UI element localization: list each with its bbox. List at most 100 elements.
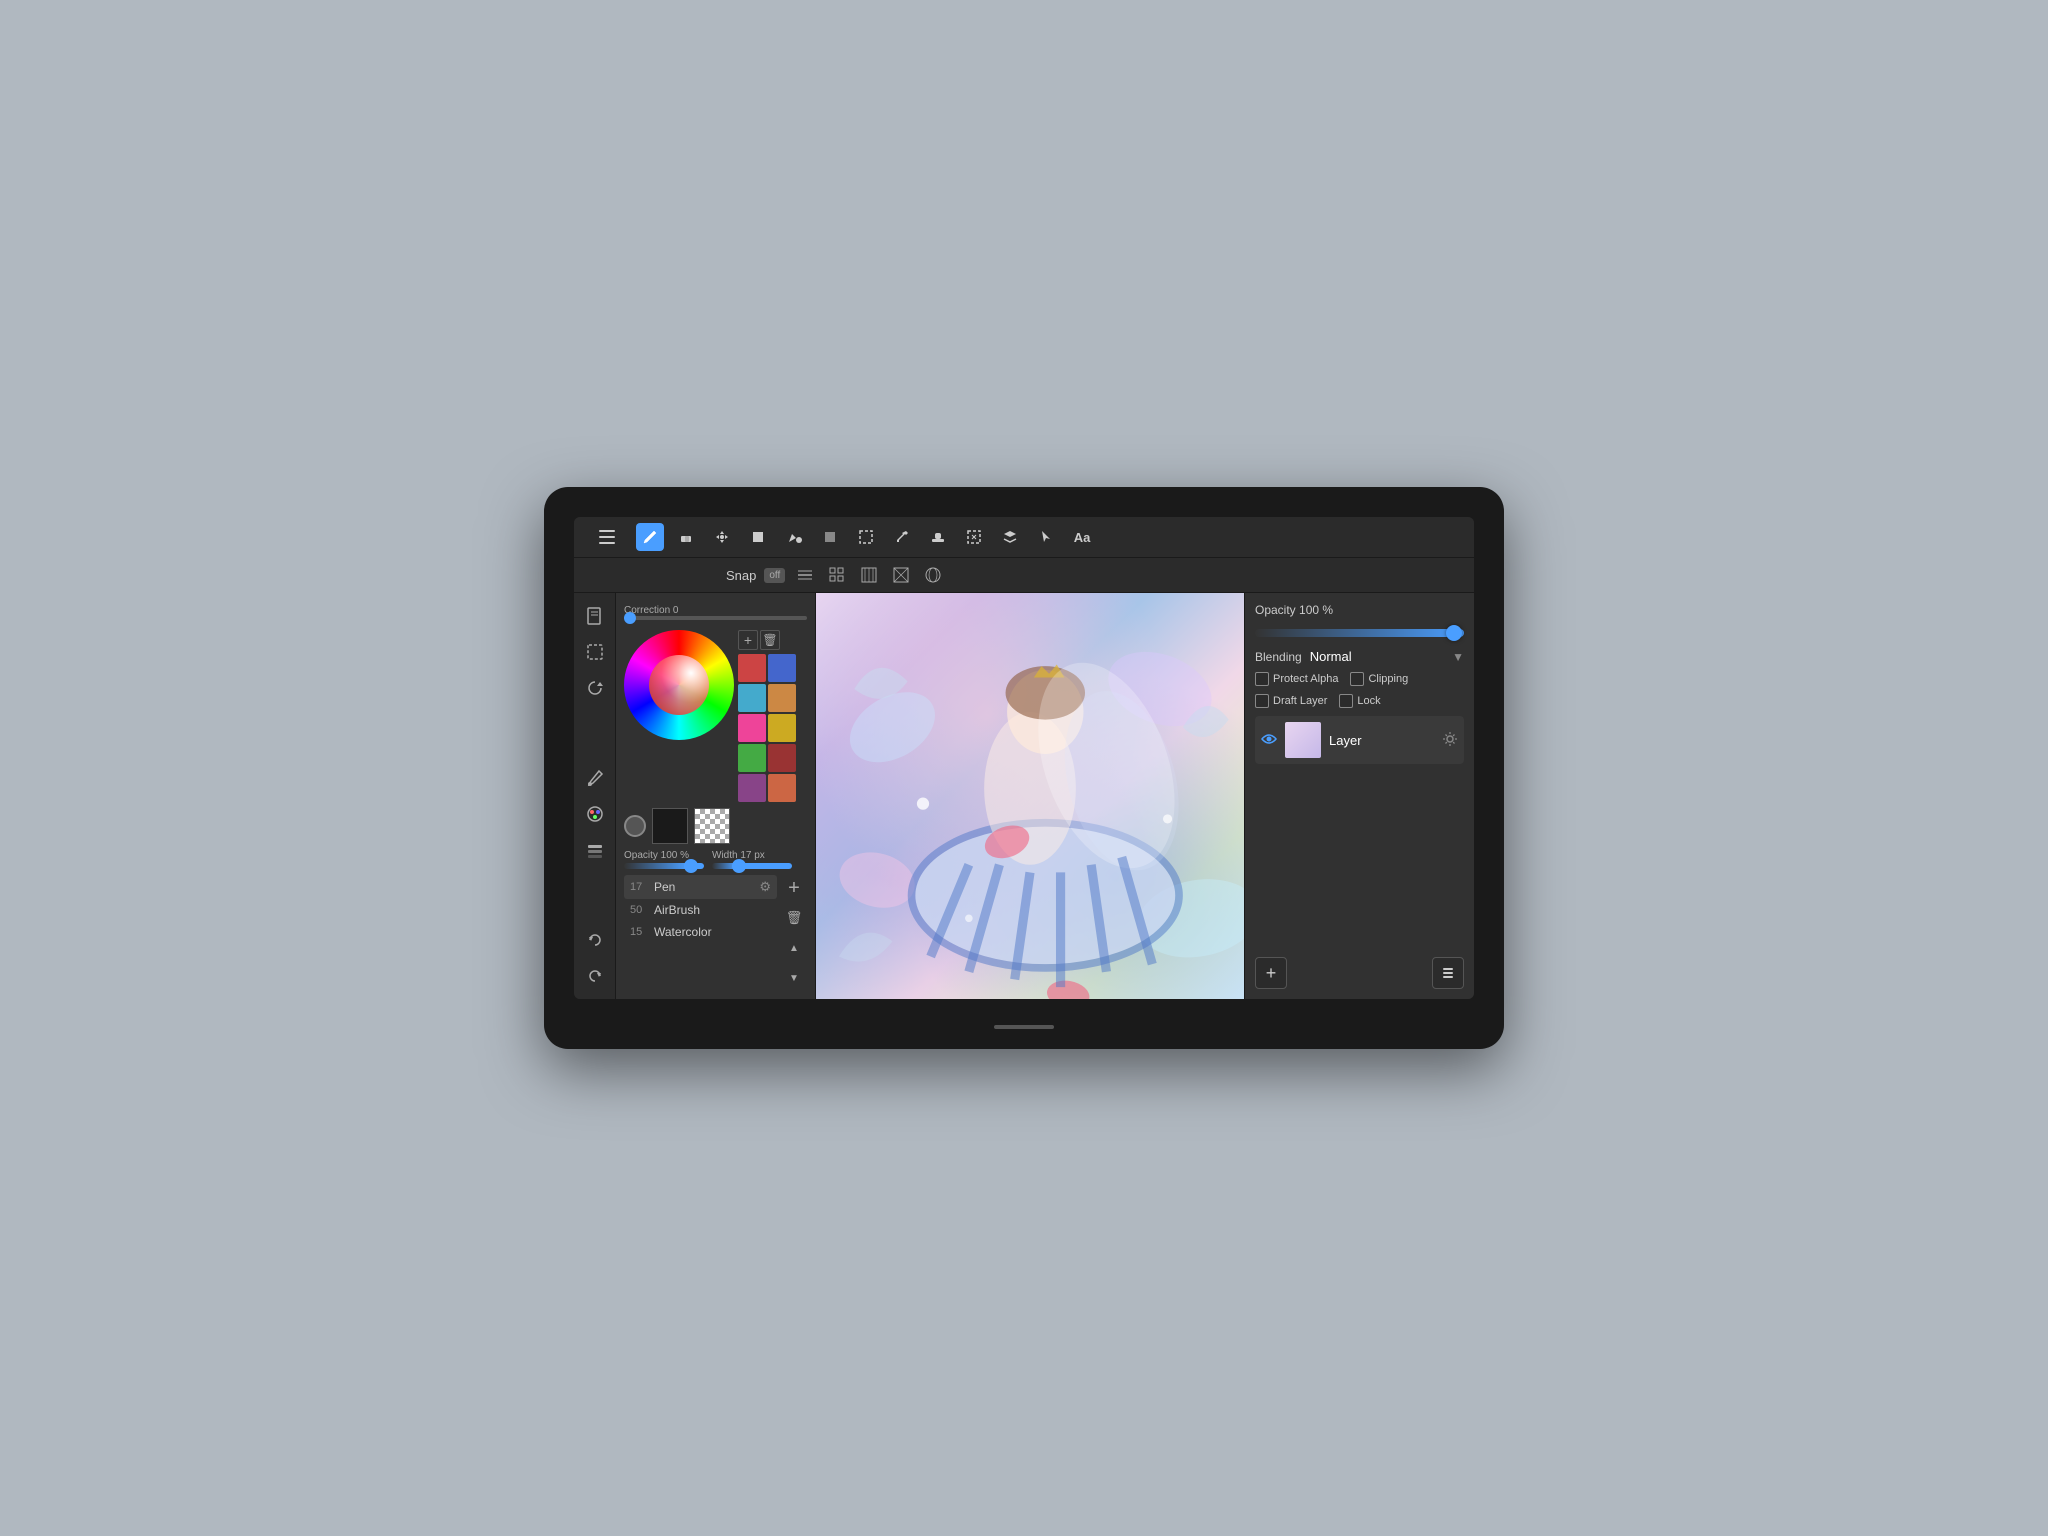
brush-section: 17 Pen ⚙ 50 AirBrush 15 Watercolor bbox=[624, 875, 807, 991]
brush-item-airbrush[interactable]: 50 AirBrush bbox=[624, 899, 777, 921]
brush-up-btn[interactable]: ▲ bbox=[781, 935, 807, 961]
swatch-red[interactable] bbox=[738, 654, 766, 682]
brush-item-watercolor[interactable]: 15 Watercolor bbox=[624, 921, 777, 943]
fill-shape-tool[interactable] bbox=[744, 523, 772, 551]
stamp-tool[interactable] bbox=[924, 523, 952, 551]
layers-panel-icon[interactable] bbox=[580, 835, 610, 865]
blending-dropdown-arrow[interactable]: ▼ bbox=[1452, 650, 1464, 664]
layers-tool[interactable] bbox=[996, 523, 1024, 551]
brush-pen-label: Pen bbox=[654, 880, 675, 894]
draft-layer-checkbox[interactable]: Draft Layer bbox=[1255, 694, 1327, 708]
clipping-label: Clipping bbox=[1368, 673, 1408, 685]
snap-perspective-icon[interactable] bbox=[857, 563, 881, 587]
blending-value: Normal bbox=[1310, 649, 1444, 664]
opacity-track[interactable] bbox=[624, 863, 704, 869]
snap-circle-icon[interactable] bbox=[921, 563, 945, 587]
selection-rect-tool[interactable] bbox=[852, 523, 880, 551]
clipping-box[interactable] bbox=[1350, 672, 1364, 686]
layer-settings-icon[interactable] bbox=[1442, 731, 1458, 750]
add-swatch-btn[interactable]: + bbox=[738, 630, 758, 650]
swatch-pink[interactable] bbox=[738, 714, 766, 742]
pencil-tool[interactable] bbox=[636, 523, 664, 551]
select-tool[interactable] bbox=[960, 523, 988, 551]
brush-icon[interactable] bbox=[580, 763, 610, 793]
draft-layer-label: Draft Layer bbox=[1273, 695, 1327, 707]
swatch-cyan[interactable] bbox=[738, 684, 766, 712]
protect-alpha-checkbox[interactable]: Protect Alpha bbox=[1255, 672, 1338, 686]
brush-down-btn[interactable]: ▼ bbox=[781, 965, 807, 991]
home-indicator bbox=[994, 1025, 1054, 1029]
snap-diagonal-icon[interactable] bbox=[889, 563, 913, 587]
correction-area: Correction 0 bbox=[624, 601, 807, 624]
main-area: Correction 0 bbox=[574, 593, 1474, 999]
lock-label: Lock bbox=[1357, 695, 1380, 707]
add-layer-btn[interactable]: + bbox=[1255, 957, 1287, 989]
blending-label: Blending bbox=[1255, 650, 1302, 664]
gray-square-tool[interactable] bbox=[816, 523, 844, 551]
color-picker-btn[interactable] bbox=[624, 815, 646, 837]
new-canvas-icon[interactable] bbox=[580, 601, 610, 631]
correction-track[interactable] bbox=[624, 616, 807, 620]
delete-swatch-btn[interactable]: 🗑 bbox=[760, 630, 780, 650]
snap-grid-icon[interactable] bbox=[825, 563, 849, 587]
opacity-text: Opacity 100 % bbox=[1255, 603, 1333, 617]
snap-label: Snap bbox=[726, 568, 756, 583]
brush-list-actions: + 🗑 ▲ ▼ bbox=[781, 875, 807, 991]
swatch-purple[interactable] bbox=[738, 774, 766, 802]
opacity-slider-thumb[interactable] bbox=[1446, 625, 1462, 641]
draft-lock-row: Draft Layer Lock bbox=[1255, 694, 1464, 708]
snap-off-badge[interactable]: off bbox=[764, 568, 785, 583]
brush-pen-settings[interactable]: ⚙ bbox=[759, 879, 771, 895]
color-fg-bg-row bbox=[624, 808, 807, 844]
opacity-row: Opacity 100 % bbox=[1255, 603, 1464, 617]
fill-tool[interactable] bbox=[780, 523, 808, 551]
undo-icon[interactable] bbox=[580, 925, 610, 955]
toolbar-top: Aa bbox=[574, 517, 1474, 558]
text-tool[interactable]: Aa bbox=[1068, 523, 1096, 551]
brush-airbrush-label: AirBrush bbox=[654, 903, 700, 917]
add-brush-btn[interactable]: + bbox=[781, 875, 807, 901]
layer-row[interactable]: Layer bbox=[1255, 716, 1464, 764]
swatch-yellow[interactable] bbox=[768, 714, 796, 742]
layer-visibility-icon[interactable] bbox=[1261, 732, 1277, 748]
blending-row: Blending Normal ▼ bbox=[1255, 649, 1464, 664]
color-icon[interactable] bbox=[580, 799, 610, 829]
menu-icon[interactable] bbox=[593, 523, 621, 551]
snap-lines-icon[interactable] bbox=[793, 563, 817, 587]
lock-box[interactable] bbox=[1339, 694, 1353, 708]
opacity-thumb[interactable] bbox=[684, 859, 698, 873]
brush-item-pen[interactable]: 17 Pen ⚙ bbox=[624, 875, 777, 899]
swatch-orange[interactable] bbox=[768, 684, 796, 712]
clipping-checkbox[interactable]: Clipping bbox=[1350, 672, 1408, 686]
correction-thumb[interactable] bbox=[624, 612, 636, 624]
protect-alpha-box[interactable] bbox=[1255, 672, 1269, 686]
canvas-area[interactable] bbox=[816, 593, 1244, 999]
draft-layer-box[interactable] bbox=[1255, 694, 1269, 708]
swatch-darkred[interactable] bbox=[768, 744, 796, 772]
foreground-color[interactable] bbox=[652, 808, 688, 844]
swatch-blue[interactable] bbox=[768, 654, 796, 682]
correction-label: Correction 0 bbox=[624, 605, 807, 616]
background-color[interactable] bbox=[694, 808, 730, 844]
eyedropper-tool[interactable] bbox=[888, 523, 916, 551]
rotate-icon[interactable] bbox=[580, 673, 610, 703]
color-wheel-inner bbox=[649, 655, 709, 715]
cursor-tool[interactable] bbox=[1032, 523, 1060, 551]
swatch-brown[interactable] bbox=[768, 774, 796, 802]
width-thumb[interactable] bbox=[732, 859, 746, 873]
width-param: Width 17 px bbox=[712, 850, 792, 869]
color-wheel[interactable] bbox=[624, 630, 734, 740]
selection-icon[interactable] bbox=[580, 637, 610, 667]
redo-icon[interactable] bbox=[580, 961, 610, 991]
transform-tool[interactable] bbox=[708, 523, 736, 551]
layer-menu-btn[interactable] bbox=[1432, 957, 1464, 989]
swatch-green[interactable] bbox=[738, 744, 766, 772]
opacity-slider-track[interactable] bbox=[1255, 629, 1464, 637]
lock-checkbox[interactable]: Lock bbox=[1339, 694, 1380, 708]
anime-svg bbox=[816, 593, 1244, 999]
width-track[interactable] bbox=[712, 863, 792, 869]
eraser-tool[interactable] bbox=[672, 523, 700, 551]
anime-artwork bbox=[816, 593, 1244, 999]
delete-brush-btn[interactable]: 🗑 bbox=[781, 905, 807, 931]
correction-slider-row bbox=[624, 616, 807, 620]
